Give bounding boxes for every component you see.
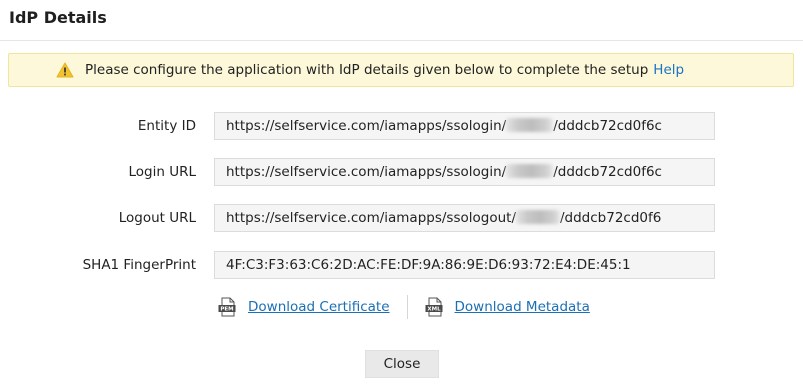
download-certificate-label[interactable]: Download Certificate [248,299,390,315]
close-button[interactable]: Close [365,350,439,378]
pem-file-icon: PEM [218,297,236,317]
login-url-suffix: /dddcb72cd0f6c [553,164,662,180]
download-certificate-link[interactable]: PEM Download Certificate [218,297,390,317]
logout-url-field[interactable]: https://selfservice.com/iamapps/ssologou… [214,204,715,232]
entity-id-field[interactable]: https://selfservice.com/iamapps/ssologin… [214,112,715,140]
login-url-label: Login URL [128,164,197,180]
logout-url-prefix: https://selfservice.com/iamapps/ssologou… [226,210,516,226]
title-divider [0,40,803,41]
sha1-fingerprint-value: 4F:C3:F3:63:C6:2D:AC:FE:DF:9A:86:9E:D6:9… [226,257,631,273]
entity-id-label: Entity ID [137,118,196,134]
download-metadata-link[interactable]: XML Download Metadata [425,297,590,317]
sha1-fingerprint-field[interactable]: 4F:C3:F3:63:C6:2D:AC:FE:DF:9A:86:9E:D6:9… [214,251,715,279]
xml-icon-text: XML [427,307,441,313]
entity-id-prefix: https://selfservice.com/iamapps/ssologin… [226,118,507,134]
xml-file-icon: XML [425,297,443,317]
login-url-value: https://selfservice.com/iamapps/ssologin… [226,159,671,185]
entity-id-value: https://selfservice.com/iamapps/ssologin… [226,113,671,139]
entity-id-suffix: /dddcb72cd0f6c [553,118,662,134]
pem-icon-text: PEM [220,307,233,313]
logout-url-value: https://selfservice.com/iamapps/ssologou… [226,205,671,231]
redacted-segment [506,164,554,178]
download-metadata-label[interactable]: Download Metadata [455,299,590,315]
download-links: PEM Download Certificate XML Download Me… [218,295,590,319]
warning-icon [56,62,74,78]
help-link[interactable]: Help [653,62,684,78]
dialog-title: IdP Details [9,8,107,27]
sha1-fingerprint-label: SHA1 FingerPrint [82,257,196,273]
logout-url-label: Logout URL [118,210,196,226]
warning-banner: Please configure the application with Id… [8,53,794,87]
login-url-field[interactable]: https://selfservice.com/iamapps/ssologin… [214,158,715,186]
login-url-prefix: https://selfservice.com/iamapps/ssologin… [226,164,507,180]
banner-message: Please configure the application with Id… [85,62,649,78]
redacted-segment [506,118,554,132]
redacted-segment [516,210,560,224]
link-separator [406,295,408,319]
logout-url-suffix: /dddcb72cd0f6 [560,210,662,226]
